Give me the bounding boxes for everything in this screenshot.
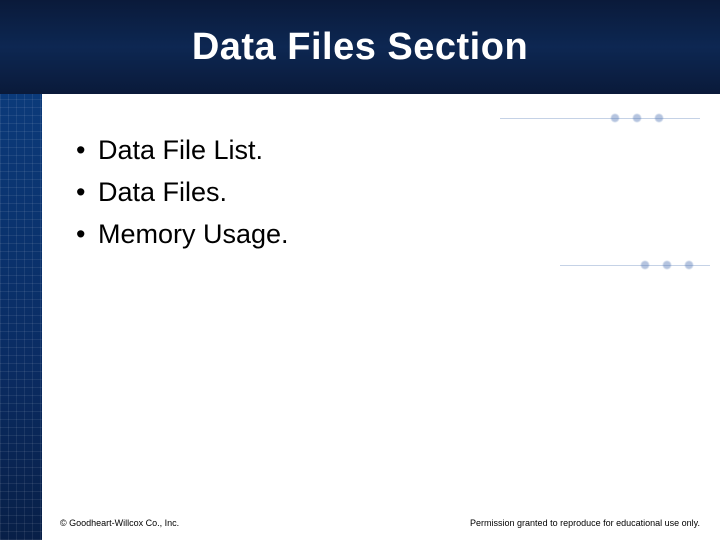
decoration-dot bbox=[684, 260, 694, 270]
left-sidebar-decoration bbox=[0, 94, 42, 540]
copyright-text: © Goodheart-Willcox Co., Inc. bbox=[60, 518, 179, 528]
slide-content: Data File List. Data Files. Memory Usage… bbox=[70, 130, 680, 256]
slide-title: Data Files Section bbox=[192, 26, 528, 69]
decoration-line bbox=[500, 118, 700, 119]
decoration-dot bbox=[662, 260, 672, 270]
bullet-list: Data File List. Data Files. Memory Usage… bbox=[70, 130, 680, 256]
slide-header: Data Files Section bbox=[0, 0, 720, 94]
list-item: Data Files. bbox=[70, 172, 680, 214]
slide-footer: © Goodheart-Willcox Co., Inc. Permission… bbox=[60, 518, 700, 528]
decoration-dot bbox=[610, 113, 620, 123]
decoration-dot bbox=[640, 260, 650, 270]
decoration-dot bbox=[654, 113, 664, 123]
decoration-dot bbox=[632, 113, 642, 123]
list-item: Memory Usage. bbox=[70, 214, 680, 256]
permission-text: Permission granted to reproduce for educ… bbox=[470, 518, 700, 528]
list-item: Data File List. bbox=[70, 130, 680, 172]
